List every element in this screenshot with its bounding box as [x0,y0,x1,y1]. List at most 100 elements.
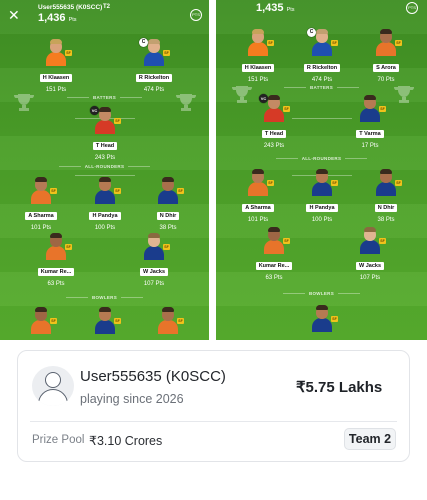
player-card[interactable]: SF A Sharma 101 Pts [13,177,69,231]
substitute-badge-icon: SF [65,50,72,56]
player-avatar: SF [30,307,57,334]
player-avatar: VC SF [259,94,290,122]
prize-pool-value: ₹3.10 Crores [89,434,163,448]
player-avatar: SF [311,169,338,196]
player-name: T Varma [356,130,384,138]
user-avatar [32,366,74,406]
player-card[interactable]: SF W Jacks 107 Pts [126,233,182,287]
player-avatar: SF [375,29,402,56]
close-icon[interactable]: ✕ [8,8,20,22]
player-card[interactable]: SF H Pandya 100 Pts [294,169,350,223]
player-avatar: VC SF [90,106,121,134]
substitute-badge-icon: SF [395,180,402,186]
player-card[interactable]: VC SF T Head 243 Pts [77,106,133,161]
substitute-badge-icon: SF [177,318,184,324]
player-avatar: SF [94,177,121,204]
points-system-icon[interactable]: PTS [406,2,418,14]
substitute-badge-icon: SF [163,244,170,250]
substitute-badge-icon: SF [65,244,72,250]
section-all-rounders: ALL-ROUNDERS [0,164,209,169]
player-avatar: C SF [307,28,338,56]
points-system-icon[interactable]: PTS [190,9,202,21]
player-avatar: SF [157,177,184,204]
player-card[interactable]: SF [77,307,133,334]
player-avatar: SF [45,39,72,66]
player-avatar: SF [143,233,170,260]
pitch-line [74,175,135,176]
player-name: H Klaasen [39,74,73,82]
player-points: 101 Pts [247,217,269,223]
player-avatar: SF [30,177,57,204]
player-name: Kumar Re... [255,262,293,270]
team-badge[interactable]: Team 2 [344,428,396,450]
player-card[interactable]: SF H Klaasen 151 Pts [28,39,84,93]
player-card[interactable]: SF S Arora 70 Pts [358,29,414,83]
player-avatar: SF [157,307,184,334]
player-card[interactable]: SF N Dhir 38 Pts [140,177,196,231]
player-points: 63 Pts [265,275,283,281]
team-preview-left: ✕ User555635 (K0SCC) T2 1,436 Pts PTS SF… [0,0,209,340]
team-preview-right: 1,435 Pts PTS SF H Klaasen 151 Pts C SF R… [216,0,427,340]
substitute-badge-icon: SF [50,318,57,324]
player-card[interactable]: SF W Jacks 107 Pts [342,227,398,281]
player-card[interactable]: SF T Varma 17 Pts [342,95,398,149]
player-avatar: SF [375,169,402,196]
substitute-badge-icon: SF [267,40,274,46]
substitute-badge-icon: SF [379,238,386,244]
player-points: 107 Pts [359,275,381,281]
total-points: 1,435 Pts [256,2,295,14]
player-card[interactable]: SF Kumar Re... 63 Pts [28,233,84,287]
player-points: 38 Pts [159,225,177,231]
substitute-badge-icon: SF [395,40,402,46]
player-name: W Jacks [139,268,168,276]
player-name: N Dhir [156,212,180,220]
playing-since: playing since 2026 [80,392,184,406]
player-card[interactable]: SF H Pandya 100 Pts [77,177,133,231]
player-points: 243 Pts [94,155,116,161]
trophy-icon [14,94,34,111]
player-name: R Rickelton [135,74,173,82]
substitute-badge-icon: SF [114,188,121,194]
user-name: User555635 (K0SCC) [80,368,226,385]
player-name: A Sharma [242,204,274,212]
player-points: 17 Pts [361,143,379,149]
player-card[interactable]: SF H Klaasen 151 Pts [230,29,286,83]
player-card[interactable]: C SF R Rickelton 474 Pts [294,28,350,83]
substitute-badge-icon: SF [331,180,338,186]
player-name: W Jacks [355,262,384,270]
player-name: H Pandya [306,204,338,212]
player-card[interactable]: SF N Dhir 38 Pts [358,169,414,223]
substitute-badge-icon: SF [267,180,274,186]
player-card[interactable]: SF [294,305,350,332]
player-card[interactable]: C SF R Rickelton 474 Pts [126,38,182,93]
substitute-badge-icon: SF [331,40,338,46]
player-avatar: SF [359,227,386,254]
player-avatar: SF [45,233,72,260]
player-card[interactable]: VC SF T Head 243 Pts [246,94,302,149]
player-points: 474 Pts [311,77,333,83]
player-card[interactable]: SF Kumar Re... 63 Pts [246,227,302,281]
player-name: N Dhir [374,204,398,212]
captain-badge: C [139,38,148,47]
section-bowlers: BOWLERS [216,291,427,296]
player-name: A Sharma [25,212,57,220]
prize-pool-label: Prize Pool [32,434,85,446]
player-points: 151 Pts [247,77,269,83]
substitute-badge-icon: SF [163,50,170,56]
section-bowlers: BOWLERS [0,295,209,300]
player-card[interactable]: SF [140,307,196,334]
substitute-badge-icon: SF [50,188,57,194]
player-avatar: SF [94,307,121,334]
player-points: 243 Pts [263,143,285,149]
substitute-badge-icon: SF [283,238,290,244]
player-points: 101 Pts [30,225,52,231]
player-name: T Head [92,142,118,150]
substitute-badge-icon: SF [379,106,386,112]
substitute-badge-icon: SF [177,188,184,194]
panel-divider [209,0,216,340]
player-avatar: SF [359,95,386,122]
player-card[interactable]: SF [13,307,69,334]
player-card[interactable]: SF A Sharma 101 Pts [230,169,286,223]
user-result-card[interactable]: User555635 (K0SCC) playing since 2026 ₹5… [17,350,410,462]
winnings-amount: ₹5.75 Lakhs [296,379,383,396]
